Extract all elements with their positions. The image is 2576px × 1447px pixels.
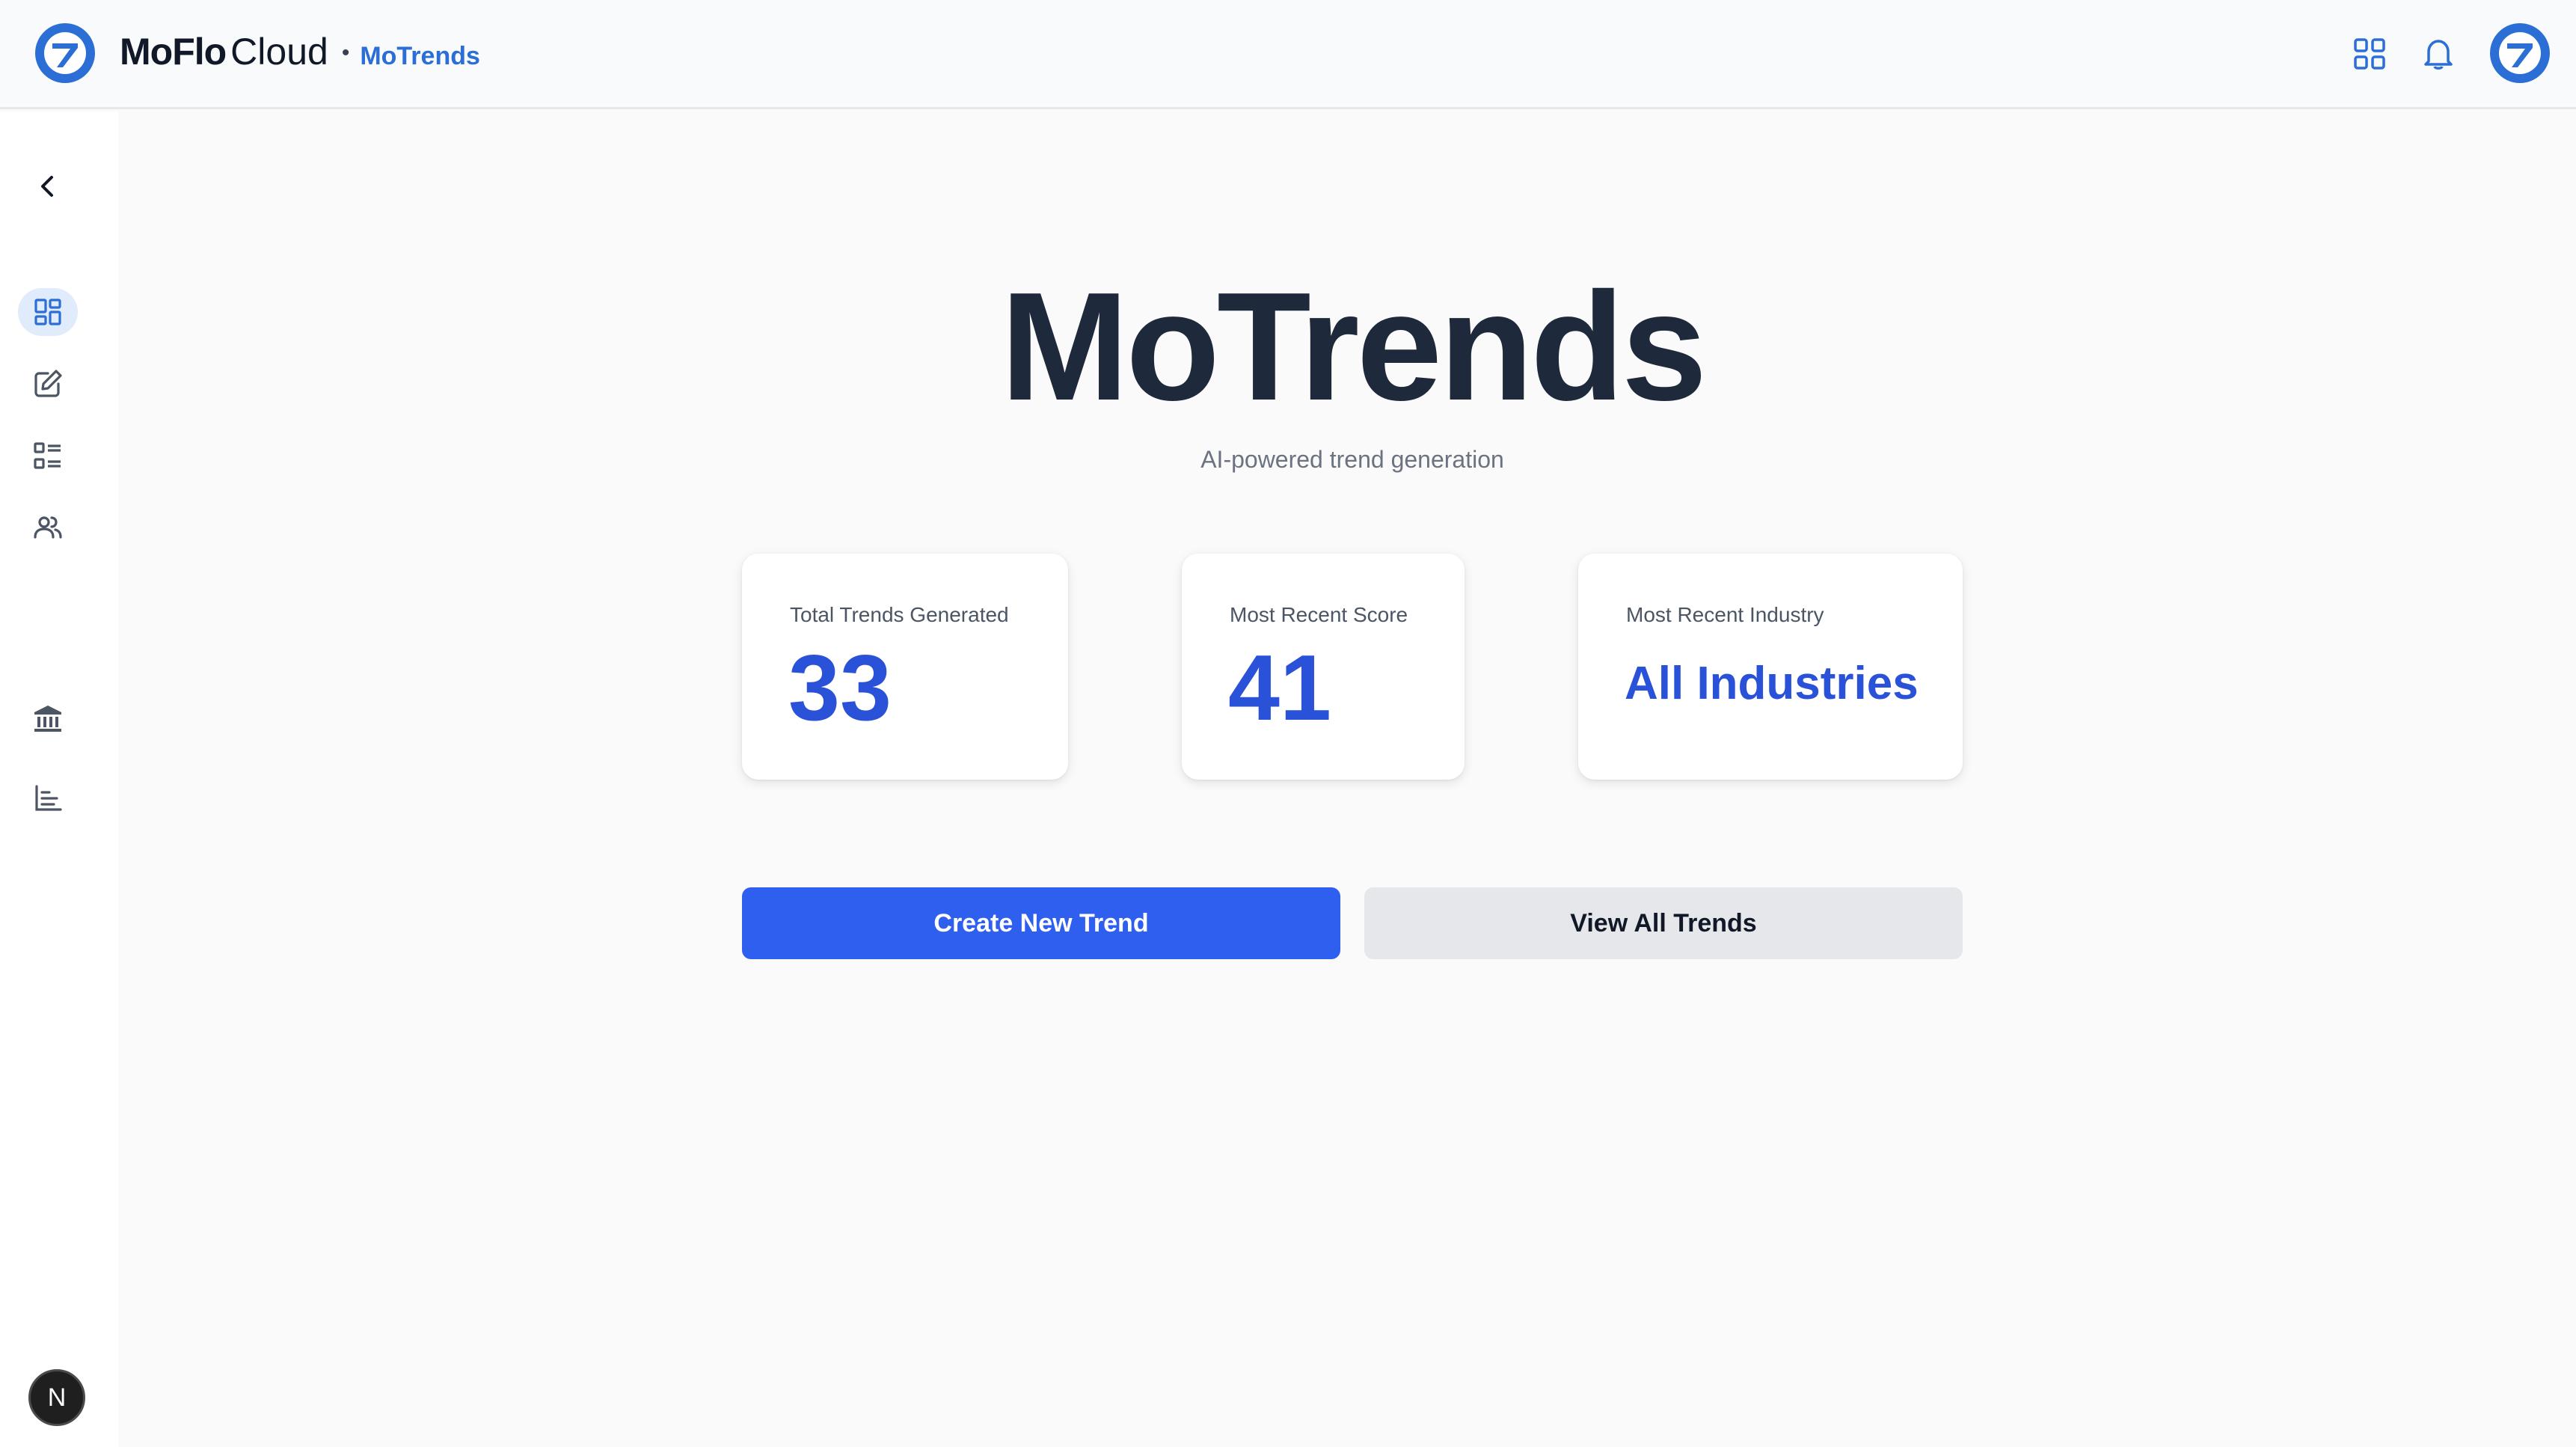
users-icon xyxy=(34,516,62,539)
moflo-logo-icon[interactable] xyxy=(33,21,97,85)
top-bar: MoFlo Cloud • MoTrends xyxy=(0,0,2576,109)
brand-title[interactable]: MoFlo Cloud • MoTrends xyxy=(120,30,480,78)
bank-icon xyxy=(34,706,61,732)
page-subtitle: AI-powered trend generation xyxy=(1200,446,1504,473)
page-title: MoTrends xyxy=(1000,260,1708,432)
sidebar-item-bank[interactable] xyxy=(18,695,78,743)
stat-value: 33 xyxy=(788,637,892,740)
stat-card-recent-score: Most Recent Score 41 xyxy=(1182,554,1465,780)
bell-icon[interactable] xyxy=(2417,33,2459,75)
bar-chart-icon xyxy=(35,785,62,811)
stat-label: Most Recent Score xyxy=(1230,603,1408,626)
brand-name-light: Cloud xyxy=(230,31,328,73)
app-grid-icon[interactable] xyxy=(2349,33,2391,75)
create-new-trend-button[interactable]: Create New Trend xyxy=(742,887,1340,959)
view-all-trends-button[interactable]: View All Trends xyxy=(1364,887,1963,959)
stat-label: Total Trends Generated xyxy=(790,603,1009,626)
stat-value: 41 xyxy=(1228,637,1331,740)
n-badge[interactable]: N xyxy=(28,1369,85,1426)
sidebar-collapse-button[interactable] xyxy=(18,162,78,210)
sidebar-item-users[interactable] xyxy=(18,504,78,551)
stat-value: All Industries xyxy=(1625,658,1919,709)
stat-label: Most Recent Industry xyxy=(1626,603,1824,626)
brand-name-bold: MoFlo xyxy=(120,31,227,73)
chevron-left-icon xyxy=(41,176,53,197)
stat-card-total-trends: Total Trends Generated 33 xyxy=(742,554,1068,780)
brand-separator: • xyxy=(341,40,350,65)
user-avatar-icon[interactable] xyxy=(2488,21,2552,85)
sidebar-item-chart[interactable] xyxy=(18,774,78,822)
app-name: MoTrends xyxy=(360,42,480,70)
stat-card-recent-industry: Most Recent Industry All Industries xyxy=(1578,554,1963,780)
